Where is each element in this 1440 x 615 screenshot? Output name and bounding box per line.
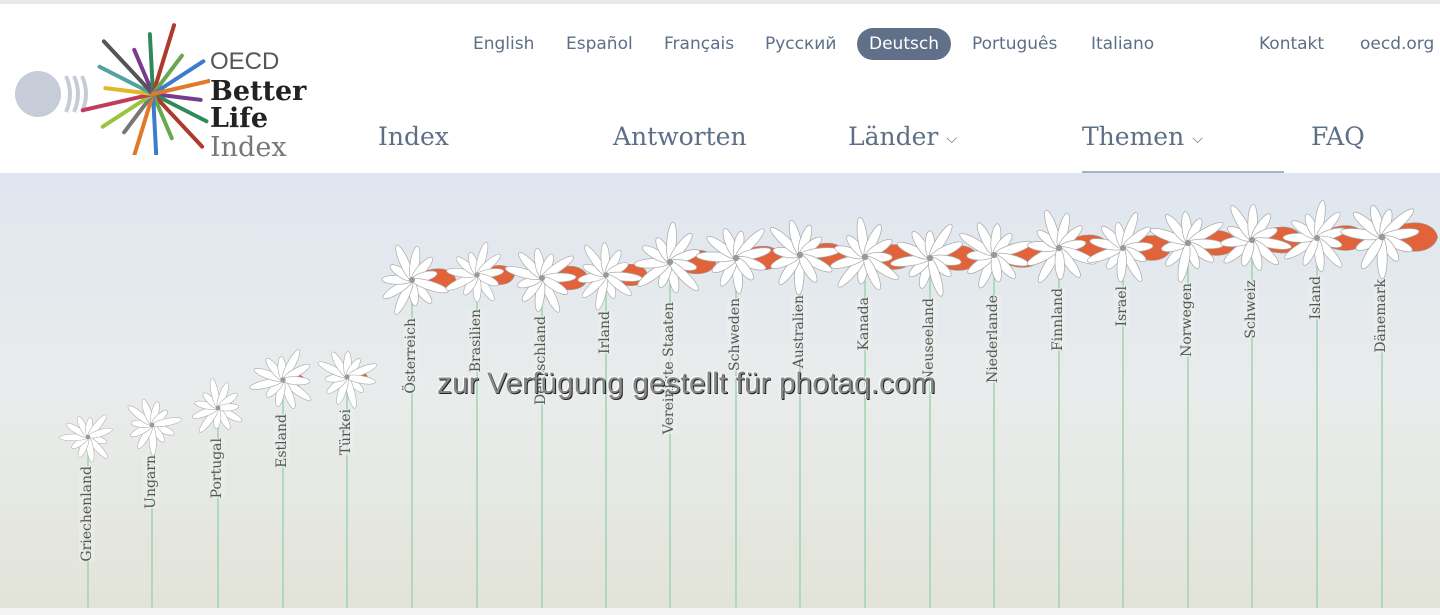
country-label[interactable]: Portugal <box>209 438 225 499</box>
country-label[interactable]: Norwegen <box>1179 282 1195 357</box>
logo-title: Better Life <box>210 76 307 134</box>
country-label[interactable]: Türkei <box>338 409 354 456</box>
flower-center <box>732 254 740 262</box>
country-label[interactable]: Schweden <box>727 297 743 371</box>
country-label[interactable]: Australien <box>791 294 807 369</box>
country-label[interactable]: Niederlande <box>985 294 1001 383</box>
flower-center <box>280 377 286 383</box>
country-flower[interactable] <box>957 221 1043 290</box>
flower-center <box>539 275 545 281</box>
country-label[interactable]: Schweiz <box>1243 279 1259 339</box>
flower-center <box>796 251 804 259</box>
country-flower[interactable] <box>1149 211 1237 283</box>
oecd-org-link[interactable]: oecd.org <box>1348 28 1440 60</box>
country-flower[interactable] <box>577 242 649 312</box>
country-label[interactable]: Griechenland <box>79 465 95 562</box>
nav-faq[interactable]: FAQ <box>1311 122 1365 151</box>
country-label[interactable]: Finnland <box>1050 287 1066 351</box>
flower-center <box>85 434 91 440</box>
country-label[interactable]: Ungarn <box>143 455 159 510</box>
nav-index-label: Index <box>378 122 449 151</box>
country-label[interactable]: Israel <box>1114 286 1130 327</box>
country-label[interactable]: Dänemark <box>1373 278 1389 353</box>
flower-center <box>1248 236 1256 244</box>
country-flower[interactable] <box>249 348 313 410</box>
lang-italiano[interactable]: Italiano <box>1079 28 1166 60</box>
chevron-down-icon: ⌵ <box>946 130 957 147</box>
flower-center <box>215 405 221 411</box>
flower-center <box>1378 233 1386 241</box>
nav-faq-label: FAQ <box>1311 122 1365 151</box>
country-flower[interactable] <box>504 248 589 314</box>
oecd-better-life-logo[interactable]: OECD Better Life Index <box>10 10 360 165</box>
flower-center <box>474 272 480 278</box>
country-label[interactable]: Kanada <box>856 296 872 351</box>
lang-portugues[interactable]: Português <box>960 28 1069 60</box>
watermark: zur Verfügung gestellt für photaq.com <box>437 367 936 400</box>
lang-francais[interactable]: Français <box>652 28 746 60</box>
country-label[interactable]: Österreich <box>403 318 419 394</box>
logo-graphic <box>15 23 226 165</box>
nav-antworten-label: Antworten <box>613 122 747 151</box>
country-flower[interactable] <box>444 241 515 303</box>
nav-themen-label: Themen <box>1082 122 1185 151</box>
lang-espanol[interactable]: Español <box>554 28 645 60</box>
country-label[interactable]: Island <box>1308 276 1324 320</box>
nav-antworten[interactable]: Antworten <box>613 122 747 151</box>
country-flower[interactable] <box>381 243 457 316</box>
contact-link[interactable]: Kontakt <box>1247 28 1336 60</box>
nav-laender[interactable]: Länder ⌵ <box>848 122 957 151</box>
country-label[interactable]: Estland <box>274 414 290 469</box>
country-flower[interactable] <box>191 377 243 435</box>
flower-center <box>926 254 934 262</box>
flower-center <box>603 272 609 278</box>
flower-center <box>1055 244 1063 252</box>
bottom-edge <box>0 608 1440 615</box>
country-label[interactable]: Brasilien <box>468 309 484 373</box>
logo-subtitle: Index <box>210 132 287 163</box>
flower-center <box>990 251 998 259</box>
country-flower[interactable] <box>695 226 783 294</box>
flower-center <box>344 374 350 380</box>
country-flower[interactable] <box>126 398 183 456</box>
nav-index[interactable]: Index <box>378 122 449 151</box>
flower-center <box>1184 239 1192 247</box>
logo-oecd-text: OECD <box>210 48 280 75</box>
flower-center <box>409 277 415 283</box>
country-flower[interactable] <box>1025 209 1111 285</box>
lang-deutsch[interactable]: Deutsch <box>857 28 951 60</box>
flower-center <box>149 422 155 428</box>
lang-russian[interactable]: Русский <box>753 28 848 60</box>
oecd-globe-icon <box>15 71 61 117</box>
flower-center <box>666 258 674 266</box>
flower-center <box>861 253 869 261</box>
site-header: OECD Better Life Index English Español F… <box>0 0 1440 177</box>
lang-english[interactable]: English <box>461 28 546 60</box>
country-flower[interactable] <box>59 413 113 463</box>
flower-center <box>1120 245 1126 251</box>
country-flower[interactable] <box>829 217 914 292</box>
country-flower[interactable] <box>890 222 979 298</box>
nav-laender-label: Länder <box>848 122 939 151</box>
country-label[interactable]: Irland <box>597 311 613 355</box>
chevron-down-icon: ⌵ <box>1192 130 1203 147</box>
nav-themen[interactable]: Themen ⌵ <box>1082 122 1203 151</box>
flower-center <box>1314 235 1320 241</box>
